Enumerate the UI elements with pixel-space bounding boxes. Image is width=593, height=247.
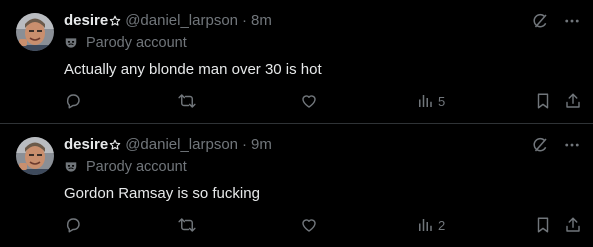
post-actions: 5	[64, 91, 581, 111]
bookmark-icon	[537, 93, 549, 109]
parody-label: Parody account	[86, 35, 187, 51]
display-name[interactable]: desire	[64, 11, 108, 31]
more-icon[interactable]	[563, 136, 581, 154]
post-header: desire @daniel_larpson · 8m	[64, 11, 581, 31]
post-time[interactable]: 8m	[251, 11, 272, 31]
post-content: desire @daniel_larpson · 8m Parody accou…	[64, 11, 581, 80]
share-icon	[566, 217, 580, 232]
mask-icon	[65, 38, 77, 48]
post-text: Actually any blonde man over 30 is hot	[64, 61, 322, 78]
parody-label: Parody account	[86, 159, 187, 175]
parody-label-row: Parody account	[64, 157, 581, 177]
bookmark-icon	[537, 217, 549, 233]
grok-icon[interactable]	[531, 136, 549, 154]
timeline-feed: desire @daniel_larpson · 8m Parody accou…	[0, 0, 593, 247]
parody-label-row: Parody account	[64, 33, 581, 53]
views-count: 5	[438, 93, 446, 109]
more-icon[interactable]	[563, 12, 581, 30]
post-text: Gordon Ramsay is so fucking	[64, 185, 260, 202]
reply-icon	[66, 218, 80, 233]
post[interactable]: desire @daniel_larpson · 8m Parody accou…	[0, 0, 593, 123]
share-button[interactable]	[564, 215, 582, 235]
reply-button[interactable]	[64, 91, 82, 111]
share-button[interactable]	[564, 91, 582, 111]
star-outline-icon	[109, 15, 121, 26]
reply-icon	[66, 94, 80, 109]
views-icon	[419, 219, 432, 231]
grok-icon[interactable]	[531, 12, 549, 30]
post-time[interactable]: 9m	[251, 135, 272, 155]
user-handle[interactable]: @daniel_larpson	[125, 11, 238, 31]
repost-button[interactable]	[177, 91, 197, 111]
avatar[interactable]	[16, 137, 54, 175]
display-name[interactable]: desire	[64, 135, 108, 155]
share-icon	[566, 93, 580, 108]
post[interactable]: desire @daniel_larpson · 9m Parody accou…	[0, 123, 593, 246]
post-corner-actions	[531, 136, 581, 154]
views-icon	[419, 95, 432, 107]
reply-button[interactable]	[64, 215, 82, 235]
bookmark-button[interactable]	[534, 91, 552, 111]
heart-icon	[302, 219, 316, 232]
post-actions: 2	[64, 215, 581, 235]
avatar[interactable]	[16, 13, 54, 51]
separator-dot: ·	[242, 12, 248, 29]
separator-dot: ·	[242, 136, 248, 153]
star-outline-icon	[109, 139, 121, 150]
views-button[interactable]: 2	[416, 215, 445, 235]
repost-button[interactable]	[177, 215, 197, 235]
mask-icon	[65, 162, 77, 172]
user-handle[interactable]: @daniel_larpson	[125, 135, 238, 155]
heart-icon	[302, 95, 316, 108]
bookmark-button[interactable]	[534, 215, 552, 235]
views-count: 2	[438, 217, 446, 233]
post-content: desire @daniel_larpson · 9m Parody accou…	[64, 135, 581, 204]
like-button[interactable]	[300, 91, 318, 111]
repost-icon	[178, 218, 196, 232]
like-button[interactable]	[300, 215, 318, 235]
views-button[interactable]: 5	[416, 91, 445, 111]
repost-icon	[178, 94, 196, 108]
post-header: desire @daniel_larpson · 9m	[64, 135, 581, 155]
post-corner-actions	[531, 12, 581, 30]
